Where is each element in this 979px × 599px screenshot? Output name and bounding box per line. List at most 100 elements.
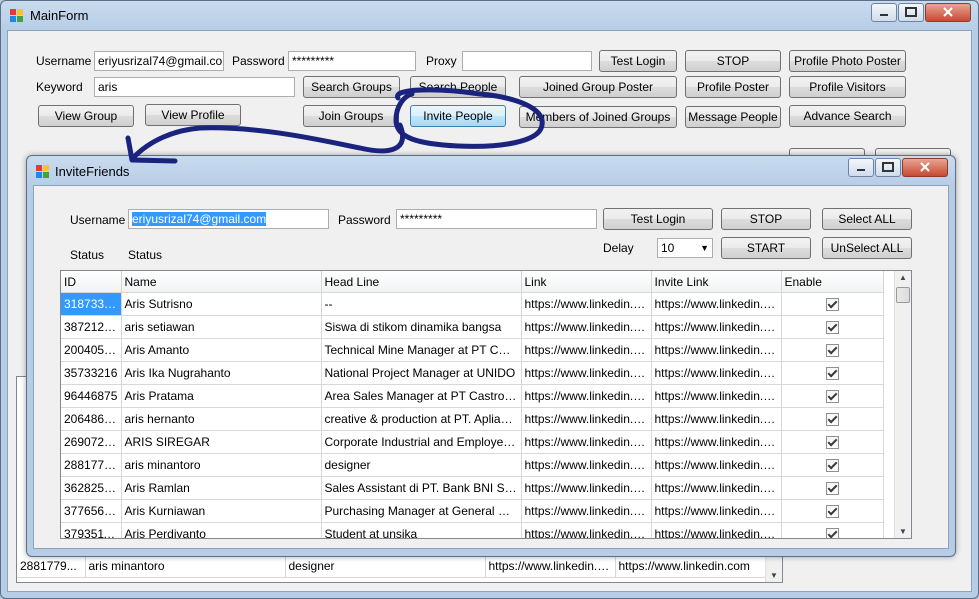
table-row[interactable]: 35733216 Aris Ika Nugrahanto National Proj…	[61, 361, 884, 385]
column-header-enable[interactable]: Enable	[781, 271, 884, 293]
cell-headline[interactable]: --	[321, 292, 522, 316]
cell-invite-link[interactable]: https://www.linkedin.com	[651, 292, 782, 316]
enable-checkbox[interactable]	[825, 528, 839, 538]
unselect-all-button[interactable]: UnSelect ALL	[822, 237, 912, 259]
cell-headline[interactable]: Sales Assistant di PT. Bank BNI Syariah	[321, 476, 522, 500]
enable-checkbox[interactable]	[825, 413, 839, 427]
proxy-input[interactable]	[462, 51, 592, 71]
view-profile-button[interactable]: View Profile	[145, 104, 241, 126]
select-all-button[interactable]: Select ALL	[822, 208, 912, 230]
cell-invite-link[interactable]: https://www.linkedin.com	[651, 361, 782, 385]
cell-id[interactable]: 3776566...	[61, 499, 122, 523]
cell-name[interactable]: Aris Kurniawan	[121, 499, 322, 523]
table-row[interactable]: 3187330... Aris Sutrisno -- https://www.lin…	[61, 292, 884, 316]
cell-headline[interactable]: Technical Mine Manager at PT CAKR...	[321, 338, 522, 362]
main-titlebar[interactable]: MainForm	[1, 1, 978, 29]
cell-id[interactable]: 2881779...	[61, 453, 122, 477]
cell-headline[interactable]: designer	[321, 453, 522, 477]
table-row[interactable]: 2690725... ARIS SIREGAR Corporate Industri…	[61, 430, 884, 454]
cell-name[interactable]: aris setiawan	[121, 315, 322, 339]
enable-checkbox[interactable]	[825, 505, 839, 519]
cell-headline[interactable]: Siswa di stikom dinamika bangsa	[321, 315, 522, 339]
cell-link[interactable]: https://www.linkedin.c...	[521, 522, 652, 538]
cell-name[interactable]: aris hernanto	[121, 407, 322, 431]
advance-search-button[interactable]: Advance Search	[789, 105, 906, 127]
cell-invite-link[interactable]: https://www.linkedin.com	[651, 453, 782, 477]
enable-checkbox[interactable]	[825, 367, 839, 381]
keyword-input[interactable]: aris	[94, 77, 295, 97]
invite-close-button[interactable]	[902, 158, 948, 177]
cell-id[interactable]: 3793511...	[61, 522, 122, 538]
cell-id[interactable]: 2690725...	[61, 430, 122, 454]
search-people-button[interactable]: Search People	[410, 76, 506, 98]
cell-name[interactable]: Aris Perdiyanto	[121, 522, 322, 538]
table-row[interactable]: 2064867... aris hernanto creative & produc…	[61, 407, 884, 431]
password-input[interactable]: *********	[288, 51, 416, 71]
invite-people-button[interactable]: Invite People	[410, 105, 506, 127]
view-group-button[interactable]: View Group	[38, 105, 134, 127]
cell-invite-link[interactable]: https://www.linkedin.com	[651, 499, 782, 523]
enable-checkbox[interactable]	[825, 459, 839, 473]
invite-grid[interactable]: ID Name Head Line Link Invite Link Enabl…	[60, 270, 912, 539]
cell-id[interactable]: 35733216	[61, 361, 122, 385]
cell-id[interactable]: 3187330...	[61, 292, 122, 316]
members-of-joined-groups-button[interactable]: Members of Joined Groups	[519, 106, 677, 128]
scroll-down-icon[interactable]: ▼	[766, 571, 782, 580]
table-row[interactable]: 3793511... Aris Perdiyanto Student at unsi…	[61, 522, 884, 538]
cell-invite-link[interactable]: https://www.linkedin.com	[651, 315, 782, 339]
profile-poster-button[interactable]: Profile Poster	[685, 76, 781, 98]
test-login-button[interactable]: Test Login	[599, 50, 677, 72]
join-groups-button[interactable]: Join Groups	[303, 105, 399, 127]
maximize-button[interactable]	[898, 3, 924, 22]
cell-link[interactable]: https://www.linkedin.c...	[521, 499, 652, 523]
cell-invite-link[interactable]: https://www.linkedin.com	[651, 522, 782, 538]
scroll-up-icon[interactable]: ▲	[895, 273, 911, 282]
cell-link[interactable]: https://www.linkedin.c...	[521, 384, 652, 408]
stop-button[interactable]: STOP	[685, 50, 781, 72]
cell-id[interactable]: 3872125...	[61, 315, 122, 339]
profile-visitors-button[interactable]: Profile Visitors	[789, 76, 906, 98]
table-row[interactable]: 3872125... aris setiawan Siswa di stikom d…	[61, 315, 884, 339]
cell-name[interactable]: Aris Ika Nugrahanto	[121, 361, 322, 385]
enable-checkbox[interactable]	[825, 436, 839, 450]
cell-link[interactable]: https://www.linkedin.c...	[521, 361, 652, 385]
cell-headline[interactable]: National Project Manager at UNIDO	[321, 361, 522, 385]
cell-invite-link[interactable]: https://www.linkedin.com	[651, 407, 782, 431]
cell-headline[interactable]: creative & production at PT. Apliando ..…	[321, 407, 522, 431]
table-row[interactable]: 2004051... Aris Amanto Technical Mine Mana…	[61, 338, 884, 362]
invite-username-input[interactable]: eriyusrizal74@gmail.com	[128, 209, 329, 229]
cell-invite-link[interactable]: https://www.linkedin.com	[651, 476, 782, 500]
enable-checkbox[interactable]	[825, 390, 839, 404]
cell-name[interactable]: aris minantoro	[121, 453, 322, 477]
invite-grid-scrollbar[interactable]: ▲ ▼	[894, 271, 911, 538]
invite-maximize-button[interactable]	[875, 158, 901, 177]
table-row[interactable]: 2881779... aris minantoro designer https…	[17, 555, 768, 578]
cell-invite-link[interactable]: https://www.linkedin.com	[651, 430, 782, 454]
cell-id[interactable]: 3628251...	[61, 476, 122, 500]
cell-link[interactable]: https://www.linkedin.c...	[521, 292, 652, 316]
cell-invite-link[interactable]: https://www.linkedin.com	[651, 384, 782, 408]
profile-photo-poster-button[interactable]: Profile Photo Poster	[789, 50, 906, 72]
column-header-id[interactable]: ID	[61, 271, 122, 293]
column-header-link[interactable]: Link	[521, 271, 652, 293]
invite-minimize-button[interactable]	[848, 158, 874, 177]
cell-name[interactable]: Aris Sutrisno	[121, 292, 322, 316]
joined-group-poster-button[interactable]: Joined Group Poster	[519, 76, 677, 98]
cell-name[interactable]: Aris Pratama	[121, 384, 322, 408]
cell-id[interactable]: 2064867...	[61, 407, 122, 431]
invite-test-login-button[interactable]: Test Login	[603, 208, 713, 230]
column-header-invite-link[interactable]: Invite Link	[651, 271, 782, 293]
table-row[interactable]: 2881779... aris minantoro designer https://…	[61, 453, 884, 477]
cell-headline[interactable]: Corporate Industrial and Employee Rel...	[321, 430, 522, 454]
cell-headline[interactable]: Student at unsika	[321, 522, 522, 538]
delay-select[interactable]: 10 ▼	[657, 238, 713, 258]
scroll-thumb[interactable]	[896, 287, 910, 303]
enable-checkbox[interactable]	[825, 344, 839, 358]
table-row[interactable]: 3776566... Aris Kurniawan Purchasing Manag…	[61, 499, 884, 523]
invite-password-input[interactable]: *********	[396, 209, 597, 229]
minimize-button[interactable]	[871, 3, 897, 22]
enable-checkbox[interactable]	[825, 482, 839, 496]
username-input[interactable]: eriyusrizal74@gmail.com	[94, 51, 224, 71]
start-button[interactable]: START	[721, 237, 811, 259]
enable-checkbox[interactable]	[825, 298, 839, 312]
